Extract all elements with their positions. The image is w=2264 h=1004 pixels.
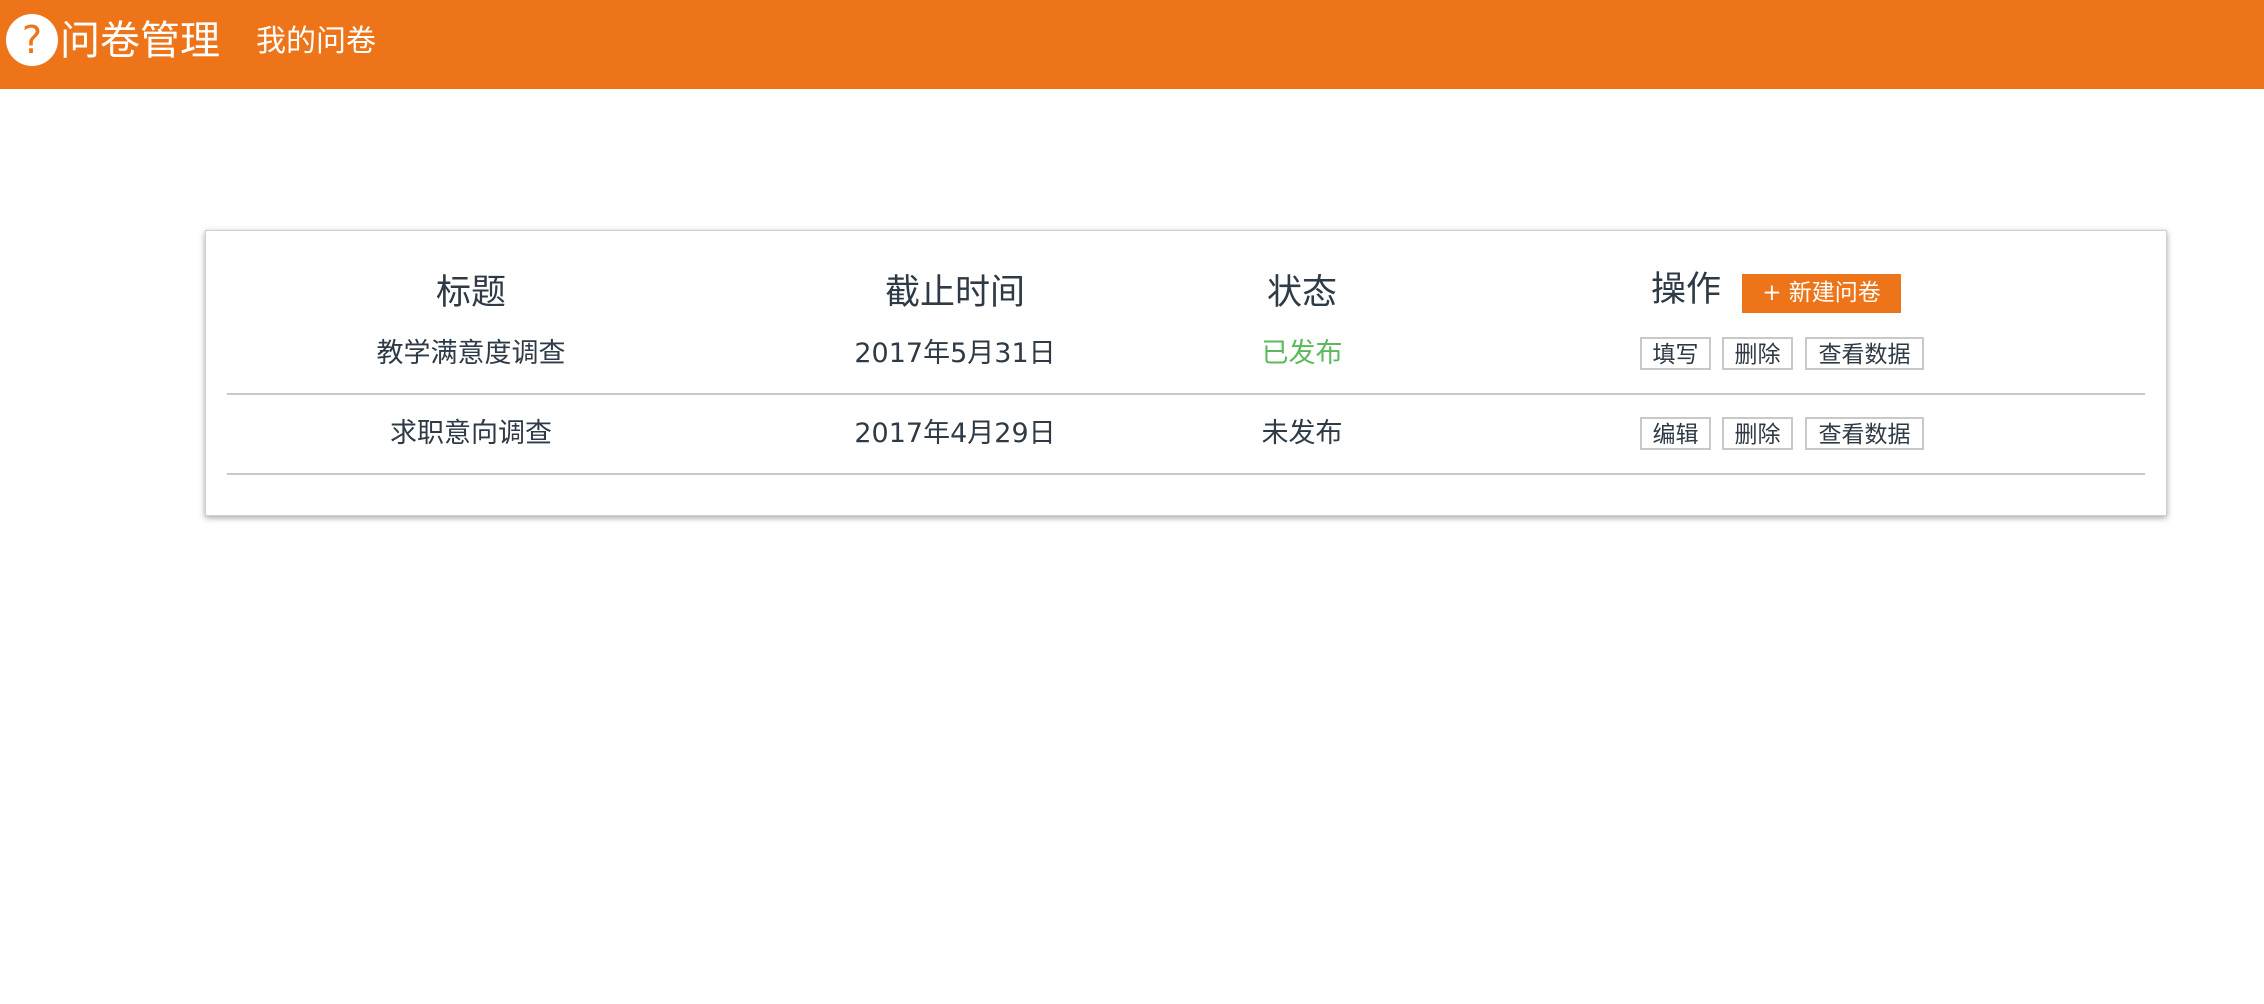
questionnaire-table: 标题 截止时间 状态 操作 + 新建问卷 教学满意度调查 2017年5月31日 … — [205, 230, 2167, 516]
nav-my-questionnaires[interactable]: 我的问卷 — [256, 22, 376, 62]
view-data-button[interactable]: 查看数据 — [1805, 417, 1924, 450]
row-title: 求职意向调查 — [390, 418, 552, 449]
column-header-actions: 操作 — [1650, 270, 1722, 310]
row-title: 教学满意度调查 — [376, 338, 566, 369]
delete-button[interactable]: 删除 — [1722, 337, 1793, 370]
top-bar: ? 问卷管理 我的问卷 — [0, 0, 2264, 89]
row-deadline: 2017年5月31日 — [854, 338, 1056, 369]
row-deadline: 2017年4月29日 — [854, 418, 1056, 449]
edit-button[interactable]: 编辑 — [1640, 417, 1711, 450]
column-header-status: 状态 — [1266, 273, 1338, 313]
delete-button[interactable]: 删除 — [1722, 417, 1793, 450]
column-header-title: 标题 — [435, 273, 507, 313]
question-logo-icon: ? — [6, 14, 58, 66]
new-questionnaire-button[interactable]: + 新建问卷 — [1742, 274, 1901, 313]
status-badge: 未发布 — [1261, 418, 1343, 449]
row-divider — [227, 473, 2145, 475]
status-badge: 已发布 — [1261, 338, 1343, 369]
view-data-button[interactable]: 查看数据 — [1805, 337, 1924, 370]
column-header-deadline: 截止时间 — [884, 273, 1026, 313]
row-divider — [227, 393, 2145, 395]
app-title: 问卷管理 — [60, 18, 220, 64]
fill-button[interactable]: 填写 — [1640, 337, 1711, 370]
